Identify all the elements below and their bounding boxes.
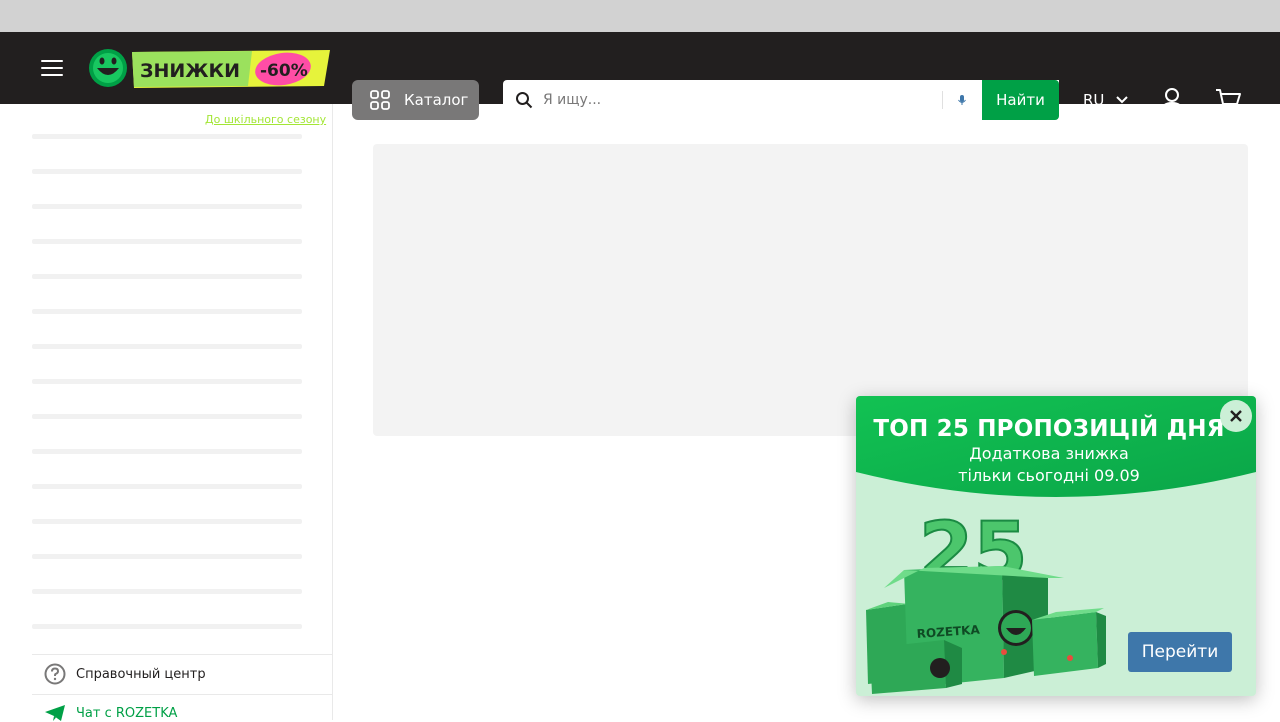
sidebar-skeleton-line: [32, 239, 302, 244]
logo[interactable]: ЗНИЖКИ -60%: [88, 48, 330, 98]
sidebar-skeleton-line: [32, 414, 302, 419]
main-banner-placeholder: [373, 144, 1248, 436]
sidebar-skeleton-line: [32, 484, 302, 489]
sidebar-skeleton-line: [32, 519, 302, 524]
question-circle-icon: [44, 663, 66, 685]
search-icon: [516, 92, 533, 109]
logo-discount: -60%: [260, 61, 308, 81]
close-icon: [1230, 410, 1242, 422]
sidebar-skeleton-line: [32, 344, 302, 349]
search-divider: [942, 91, 943, 109]
sidebar-divider: [32, 694, 332, 695]
sidebar-skeleton-line: [32, 624, 302, 629]
logo-badge-text: ЗНИЖКИ: [140, 60, 240, 82]
cart-icon[interactable]: [1214, 86, 1242, 114]
site-header: ЗНИЖКИ -60% До шкільного сезону Каталог …: [0, 32, 1280, 126]
catalog-button[interactable]: Каталог: [352, 80, 479, 120]
user-icon[interactable]: [1158, 86, 1186, 114]
sidebar: Справочный центр Чат с ROZETKA: [0, 104, 333, 722]
telegram-icon: [45, 705, 65, 721]
help-center-link[interactable]: Справочный центр: [44, 663, 206, 685]
sidebar-skeleton-line: [32, 274, 302, 279]
help-center-label: Справочный центр: [76, 666, 206, 682]
search-input[interactable]: [543, 88, 933, 112]
popup-close-button[interactable]: [1220, 400, 1252, 432]
catalog-label: Каталог: [404, 91, 469, 109]
popup-title: ТОП 25 ПРОПОЗИЦІЙ ДНЯ: [873, 416, 1225, 442]
chat-link[interactable]: Чат с ROZETKA: [44, 704, 177, 722]
language-selector[interactable]: RU: [1083, 89, 1129, 111]
popup-subtitle-line1: Додаткова знижка: [969, 444, 1129, 463]
microphone-icon[interactable]: [954, 92, 970, 108]
sidebar-skeleton-line: [32, 134, 302, 139]
menu-icon[interactable]: [36, 52, 68, 84]
catalog-grid-icon: [370, 90, 390, 110]
sidebar-skeleton-line: [32, 449, 302, 454]
find-button[interactable]: Найти: [982, 80, 1059, 120]
sidebar-skeleton-line: [32, 309, 302, 314]
search-bar: [503, 80, 1059, 120]
sidebar-skeleton-line: [32, 204, 302, 209]
sidebar-skeleton-line: [32, 169, 302, 174]
boxes-illustration: 25 ROZETKA: [866, 508, 1106, 694]
popup-go-button[interactable]: Перейти: [1128, 632, 1232, 672]
top-strip: [0, 0, 1280, 32]
sidebar-skeleton-line: [32, 554, 302, 559]
language-label: RU: [1083, 91, 1105, 109]
chevron-down-icon: [1116, 96, 1129, 104]
popup-subtitle-line2: тільки сьогодні 09.09: [958, 466, 1140, 485]
sidebar-divider: [32, 654, 332, 655]
sidebar-skeleton-line: [32, 379, 302, 384]
sidebar-skeleton-line: [32, 589, 302, 594]
chat-label: Чат с ROZETKA: [76, 705, 178, 721]
promo-popup: ТОП 25 ПРОПОЗИЦІЙ ДНЯ Додаткова знижка т…: [856, 396, 1256, 696]
